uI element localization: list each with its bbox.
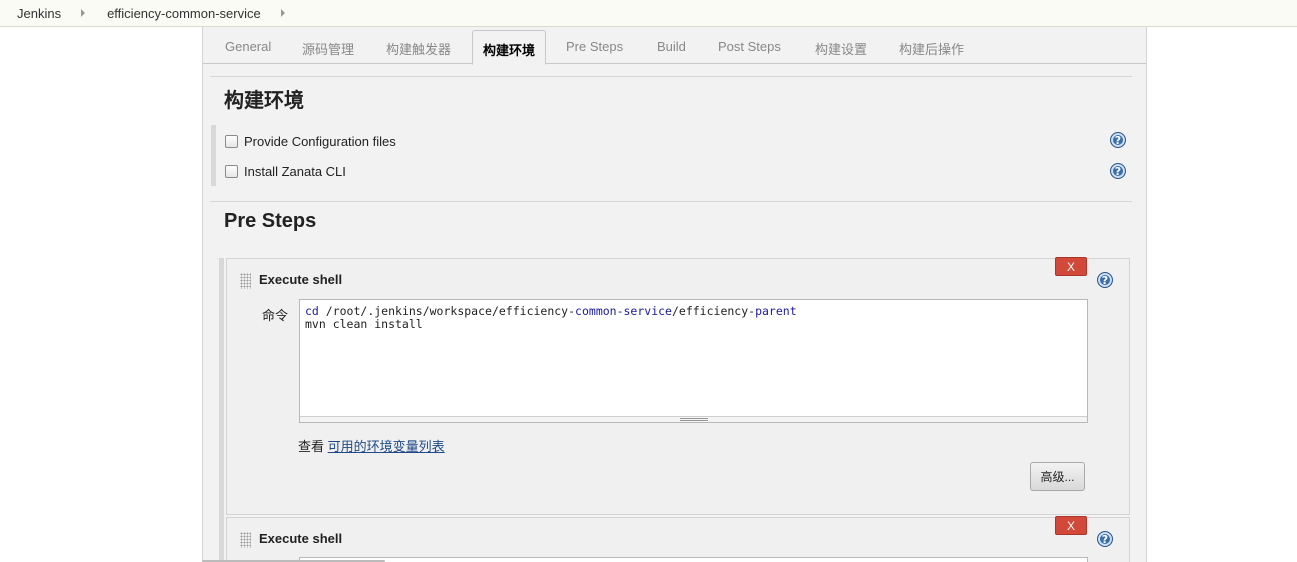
tab-build-environment[interactable]: 构建环境	[472, 30, 547, 65]
command-label: 命令	[262, 308, 289, 323]
option-provide-config-files[interactable]: Provide Configuration files	[225, 134, 396, 149]
option-group-bar	[211, 125, 216, 186]
provide-config-checkbox[interactable]	[225, 135, 238, 148]
provide-config-label: Provide Configuration files	[244, 134, 396, 149]
advanced-button[interactable]: 高级...	[1030, 462, 1085, 491]
tab-general[interactable]: General	[225, 39, 271, 54]
delete-step-button[interactable]: X	[1055, 257, 1087, 276]
step-title: Execute shell	[259, 531, 343, 546]
execute-shell-step: Execute shell 命令 cd /root/.jenkins/works…	[226, 258, 1130, 515]
steps-group-bar	[219, 258, 224, 562]
command-line-2: mvn clean install	[305, 317, 423, 331]
step-title: Execute shell	[259, 272, 343, 287]
tab-source-control[interactable]: 源码管理	[302, 39, 354, 58]
breadcrumb-jenkins[interactable]: Jenkins	[0, 6, 69, 21]
tab-pre-steps[interactable]: Pre Steps	[566, 39, 623, 54]
help-icon[interactable]: ?	[1097, 272, 1113, 288]
textarea-resize-handle[interactable]	[300, 416, 1087, 422]
install-zanata-checkbox[interactable]	[225, 165, 238, 178]
env-vars-link[interactable]: 可用的环境变量列表	[328, 439, 445, 454]
delete-step-button[interactable]: X	[1055, 516, 1087, 535]
env-prefix: 查看	[298, 439, 325, 454]
config-tabbar: General 源码管理 构建触发器 构建环境 Pre Steps Build …	[203, 27, 1146, 65]
drag-handle-icon[interactable]	[240, 273, 251, 289]
install-zanata-label: Install Zanata CLI	[244, 164, 346, 179]
option-install-zanata[interactable]: Install Zanata CLI	[225, 164, 346, 179]
help-icon[interactable]: ?	[1110, 132, 1126, 148]
help-icon[interactable]: ?	[1097, 531, 1113, 547]
tab-post-steps[interactable]: Post Steps	[718, 39, 781, 54]
help-icon[interactable]: ?	[1110, 163, 1126, 179]
tab-build-triggers[interactable]: 构建触发器	[386, 39, 451, 58]
build-env-title: 构建环境	[224, 90, 304, 112]
breadcrumb: Jenkins efficiency-common-service	[0, 0, 1297, 27]
section-divider	[210, 201, 1132, 202]
pre-steps-title: Pre Steps	[224, 210, 317, 232]
env-vars-row: 查看 可用的环境变量列表	[298, 436, 445, 455]
command-textarea[interactable]	[299, 557, 1088, 562]
tab-build[interactable]: Build	[657, 39, 686, 54]
tab-build-settings[interactable]: 构建设置	[815, 39, 867, 58]
section-divider	[210, 76, 1132, 77]
command-textarea[interactable]: cd /root/.jenkins/workspace/efficiency-c…	[299, 299, 1088, 423]
execute-shell-step: Execute shell	[226, 517, 1130, 562]
resize-grip-icon	[680, 418, 708, 421]
drag-handle-icon[interactable]	[240, 532, 251, 548]
breadcrumb-separator-icon[interactable]	[280, 9, 285, 17]
config-panel: General 源码管理 构建触发器 构建环境 Pre Steps Build …	[202, 27, 1147, 562]
breadcrumb-project[interactable]: efficiency-common-service	[85, 6, 269, 21]
tab-post-build-actions[interactable]: 构建后操作	[899, 39, 964, 58]
